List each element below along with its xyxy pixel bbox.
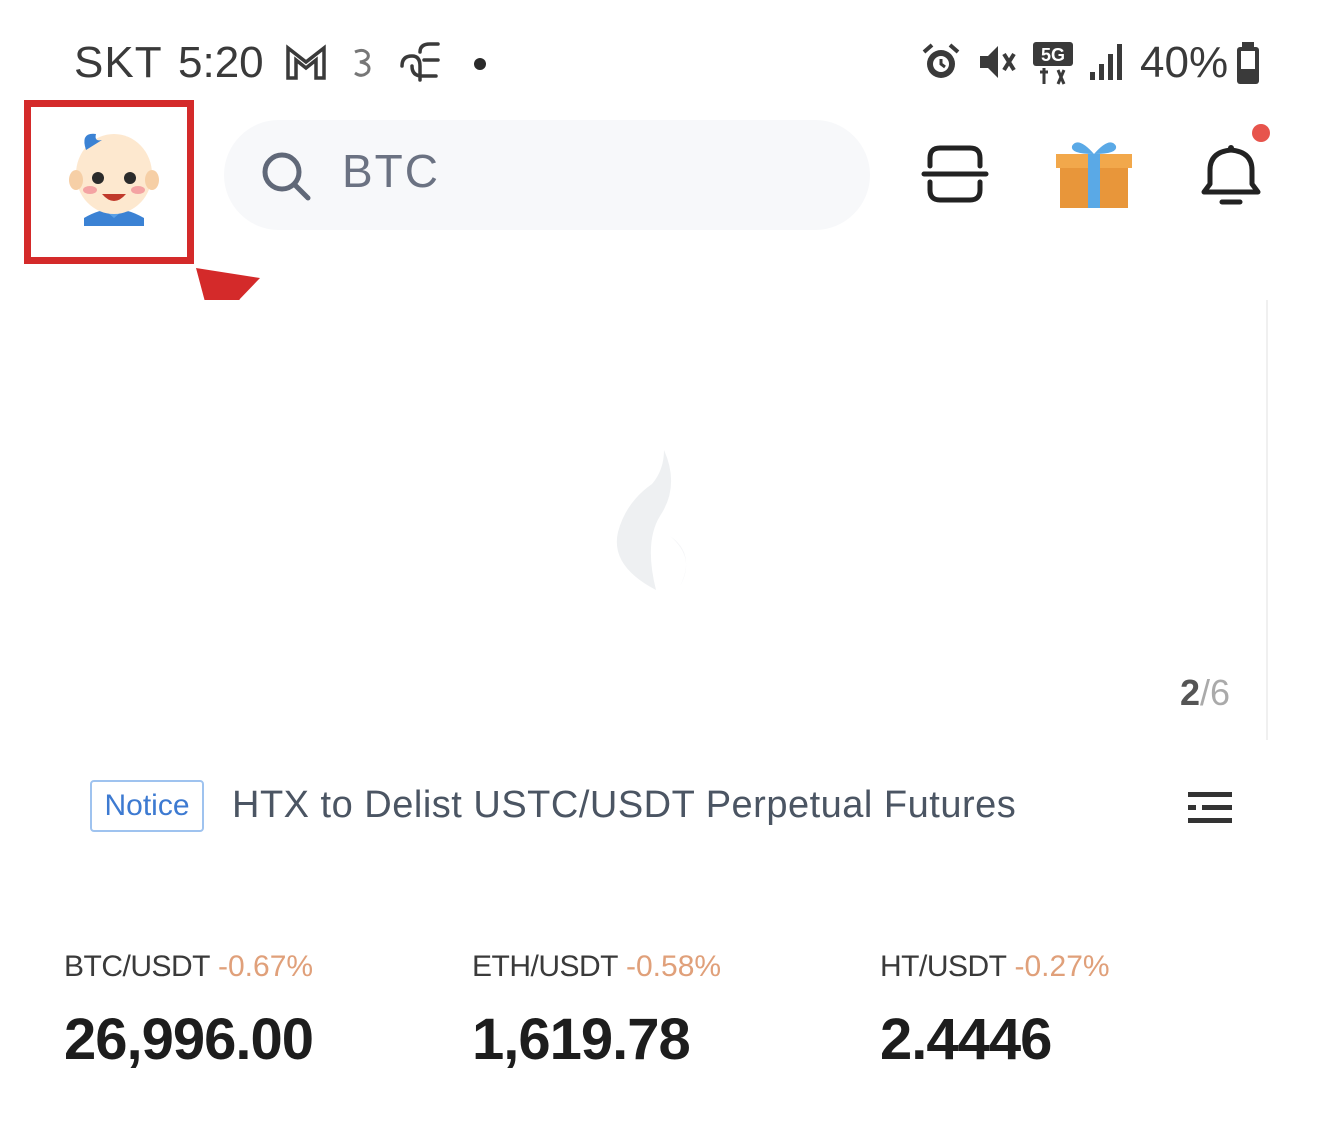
carrier-label: SKT bbox=[74, 38, 163, 87]
carousel-pager: 2/6 bbox=[1180, 672, 1230, 714]
ticker-change: -0.58% bbox=[626, 950, 722, 983]
notification-badge bbox=[1252, 124, 1270, 142]
ticker-change: -0.27% bbox=[1014, 950, 1110, 983]
scan-icon[interactable] bbox=[920, 142, 990, 206]
clock: 5:20 bbox=[178, 38, 264, 87]
search-icon bbox=[262, 152, 311, 201]
notice-headline[interactable]: HTX to Delist USTC/USDT Perpetual Future… bbox=[232, 784, 1016, 827]
pager-current: 2 bbox=[1180, 672, 1201, 713]
svg-text:5G: 5G bbox=[1041, 45, 1065, 65]
htx-flame-logo-icon bbox=[616, 450, 687, 590]
ticker-change: -0.67% bbox=[218, 950, 314, 983]
5g-icon: 5G bbox=[1033, 42, 1073, 85]
ticker-pair: BTC/USDT bbox=[64, 950, 211, 983]
avatar-highlight-box bbox=[24, 100, 194, 264]
ticker-price: 26,996.00 bbox=[64, 1007, 314, 1072]
bell-icon[interactable] bbox=[1196, 140, 1266, 212]
battery-percent: 40% bbox=[1140, 38, 1229, 87]
ticker-price: 1,619.78 bbox=[472, 1007, 691, 1072]
ticker-price: 2.4446 bbox=[880, 1007, 1052, 1072]
ticker-btc[interactable]: BTC/USDT -0.67% 26,996.00 bbox=[64, 950, 314, 1072]
more-notifications-dot-icon bbox=[474, 58, 486, 70]
notice-tag: Notice bbox=[90, 780, 204, 832]
battery-icon bbox=[1237, 42, 1259, 84]
search-input[interactable]: BTC bbox=[342, 144, 440, 198]
alarm-icon bbox=[922, 43, 960, 78]
list-icon[interactable] bbox=[1186, 788, 1236, 828]
ticker-pair: HT/USDT bbox=[880, 950, 1007, 983]
search-bar[interactable]: BTC bbox=[224, 120, 870, 230]
status-bar: SKT 5:20 5G 40% bbox=[0, 0, 1320, 110]
signal-strength-icon bbox=[1090, 44, 1122, 80]
notification-app-icon bbox=[354, 48, 371, 77]
ticker-ht[interactable]: HT/USDT -0.27% 2.4446 bbox=[880, 950, 1110, 1072]
pager-total: /6 bbox=[1200, 672, 1231, 713]
mute-icon bbox=[980, 46, 1016, 78]
ticker-eth[interactable]: ETH/USDT -0.58% 1,619.78 bbox=[472, 950, 722, 1072]
ticker-pair: ETH/USDT bbox=[472, 950, 619, 983]
app-notification-icon bbox=[400, 42, 440, 82]
gmail-icon bbox=[286, 44, 326, 80]
gift-icon[interactable] bbox=[1052, 134, 1136, 210]
